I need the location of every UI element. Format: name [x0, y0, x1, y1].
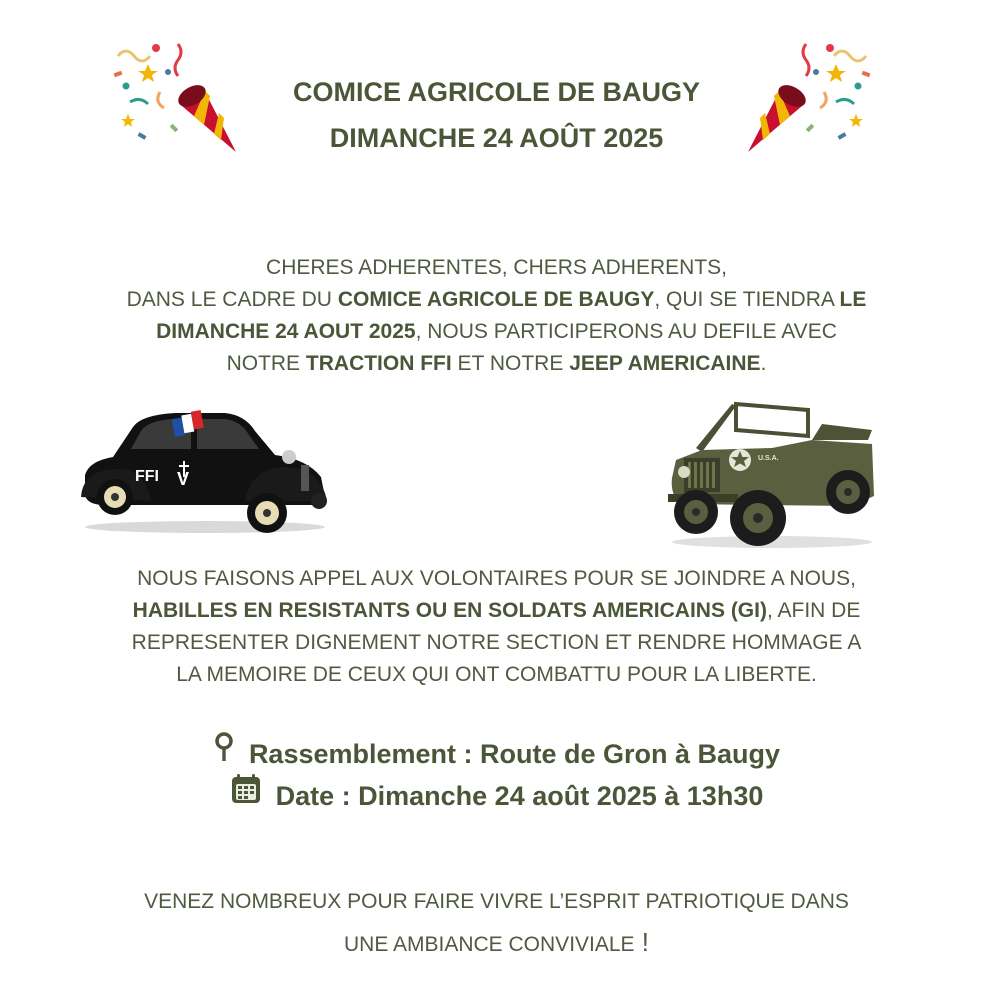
intro-paragraph: CHERES ADHERENTES, CHERS ADHERENTS, DANS…: [40, 252, 953, 380]
intro-text: DANS LE CADRE DU: [126, 288, 338, 311]
intro-text: ET NOTRE: [451, 352, 570, 375]
appeal-line-3: REPRESENTER DIGNEMENT NOTRE SECTION ET R…: [131, 631, 862, 654]
page-title: COMICE AGRICOLE DE BAUGY: [292, 77, 701, 107]
intro-line-4: NOTRE TRACTION FFI ET NOTRE JEEP AMERICA…: [40, 348, 953, 380]
car-ffi-label: FFI: [135, 468, 159, 485]
intro-bold: COMICE AGRICOLE DE BAUGY: [337, 288, 655, 311]
date-row: Date : Dimanche 24 août 2025 à 13h30: [0, 773, 993, 819]
appeal-line-4: LA MEMOIRE DE CEUX QUI ONT COMBATTU POUR…: [176, 663, 817, 686]
intro-line-3: DIMANCHE 24 AOUT 2025, NOUS PARTICIPERON…: [40, 316, 953, 348]
map-pin-icon: [213, 732, 235, 773]
closing-paragraph: VENEZ NOMBREUX POUR FAIRE VIVRE L’ESPRIT…: [40, 882, 953, 965]
calendar-icon: [230, 773, 262, 816]
location-row: Rassemblement : Route de Gron à Baugy: [0, 732, 993, 776]
intro-bold: JEEP AMERICAINE: [569, 352, 761, 375]
location-text: Rassemblement : Route de Gron à Baugy: [248, 739, 781, 769]
appeal-line-2: HABILLES EN RESISTANTS OU EN SOLDATS AME…: [40, 595, 953, 627]
date-text: Date : Dimanche 24 août 2025 à 13h30: [275, 781, 764, 811]
closing-line-1: VENEZ NOMBREUX POUR FAIRE VIVRE L’ESPRIT…: [144, 890, 849, 913]
intro-text: , QUI SE TIENDRA: [654, 288, 840, 311]
appeal-text: , AFIN DE: [766, 599, 861, 622]
traction-ffi-image: FFI V: [75, 405, 335, 540]
jeep-usa-label: U.S.A.: [758, 455, 779, 462]
intro-text: .: [760, 352, 767, 375]
intro-bold: DIMANCHE 24 AOUT 2025: [156, 320, 416, 343]
appeal-line-1: NOUS FAISONS APPEL AUX VOLONTAIRES POUR …: [137, 567, 856, 590]
appeal-bold: HABILLES EN RESISTANTS OU EN SOLDATS AME…: [132, 599, 767, 622]
intro-line-2: DANS LE CADRE DU COMICE AGRICOLE DE BAUG…: [40, 284, 953, 316]
appeal-paragraph: NOUS FAISONS APPEL AUX VOLONTAIRES POUR …: [40, 563, 953, 691]
closing-exclamation: !: [634, 927, 650, 957]
page-subtitle-date: DIMANCHE 24 AOÛT 2025: [329, 123, 664, 153]
jeep-americaine-image: U.S.A.: [662, 400, 882, 555]
closing-line-2: UNE AMBIANCE CONVIVIALE !: [40, 922, 953, 965]
intro-bold: LE: [839, 288, 867, 311]
closing-text: UNE AMBIANCE CONVIVIALE: [343, 933, 635, 956]
intro-bold: TRACTION FFI: [305, 352, 452, 375]
intro-line-1: CHERES ADHERENTES, CHERS ADHERENTS,: [266, 256, 727, 279]
intro-text: , NOUS PARTICIPERONS AU DEFILE AVEC: [415, 320, 837, 343]
intro-text: NOTRE: [226, 352, 306, 375]
